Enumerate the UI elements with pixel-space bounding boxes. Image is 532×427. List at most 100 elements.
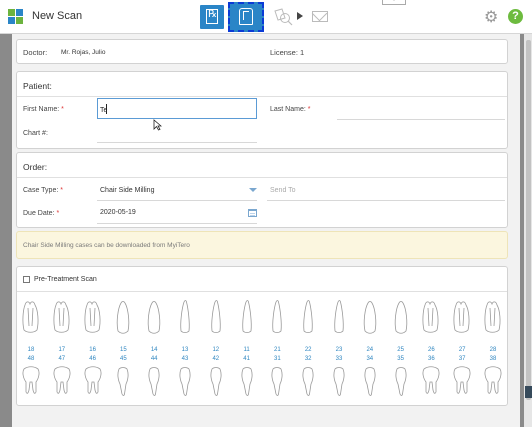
tooth-icon [364,367,376,396]
tooth-number-34: 34 [366,356,374,362]
tooth-icon [303,300,313,333]
envelope-icon[interactable] [312,11,328,22]
upper-tooth-21[interactable] [266,300,288,336]
patient-section-title: Patient: [23,81,52,91]
due-date-input[interactable]: 2020-05-19 [100,209,136,216]
upper-tooth-14[interactable] [143,300,165,336]
window-restore-tab[interactable]: ⌃ [382,0,406,5]
upper-tooth-13[interactable] [174,300,196,336]
text-caret [106,104,107,114]
upper-tooth-25[interactable] [390,300,412,336]
patient-panel: Patient: First Name: * Last Name: * Char… [16,71,508,149]
tooth-icon [484,366,502,394]
last-name-input[interactable] [337,119,505,120]
tooth-icon [241,300,252,333]
tooth-number-21: 21 [274,347,281,353]
upper-tooth-22[interactable] [297,300,319,336]
tooth-number-47: 47 [58,356,66,362]
tooth-number-45: 45 [120,356,127,362]
upper-tooth-23[interactable] [328,300,350,336]
case-type-select[interactable]: Chair Side Milling [100,187,154,194]
rx-icon [206,9,218,24]
upper-tooth-15[interactable] [112,300,134,336]
chevron-down-icon[interactable] [249,188,257,192]
tooth-number-16: 16 [89,347,96,353]
tooth-icon [334,300,344,333]
order-section-title: Order: [23,162,48,172]
tooth-number-11: 11 [243,347,250,353]
rx-step-button[interactable] [200,5,224,29]
lower-tooth-33[interactable] [328,366,350,398]
tooth-number-36: 36 [428,356,435,362]
lower-tooth-45[interactable] [112,366,134,398]
help-icon[interactable]: ? [508,9,523,24]
first-name-field[interactable] [97,98,257,120]
tooth-chart-panel: Pre-Treatment Scan 18 48 17 47 16 46 15 45 14 44 1… [16,266,508,406]
case-type-label: Case Type: * [23,187,63,194]
upper-tooth-17[interactable] [51,300,73,336]
upper-tooth-11[interactable] [236,300,258,336]
scrollbar-thumb[interactable] [526,40,531,400]
send-to-label: Send To [270,187,296,194]
lower-tooth-46[interactable] [82,366,104,398]
doctor-panel: Doctor: Mr. Rojas, Julio License: 1 [16,39,508,64]
chart-number-label: Chart #: [23,130,48,137]
tooth-number-28: 28 [489,347,497,353]
tooth-icon [241,367,253,396]
lower-tooth-43[interactable] [174,366,196,398]
tooth-number-46: 46 [89,356,96,362]
first-name-input[interactable] [98,101,256,120]
lower-tooth-32[interactable] [297,366,319,398]
upper-tooth-18[interactable] [20,300,42,336]
lower-tooth-47[interactable] [51,366,73,398]
gear-icon[interactable]: ⚙ [484,9,498,25]
pretreatment-label: Pre-Treatment Scan [34,276,97,283]
due-date-label: Due Date: * [23,210,60,217]
lower-tooth-44[interactable] [143,366,165,398]
chart-number-input[interactable] [97,142,257,143]
tooth-number-48: 48 [27,356,35,362]
lower-tooth-37[interactable] [451,366,473,398]
lower-tooth-35[interactable] [390,366,412,398]
upper-tooth-16[interactable] [82,300,104,336]
tooth-icon [117,367,129,396]
view-step-button[interactable] [272,5,294,29]
tooth-number-22: 22 [304,347,312,353]
scroll-down-arrow[interactable] [525,386,532,398]
send-to-underline [267,200,505,201]
lower-tooth-41[interactable] [236,366,258,398]
patient-divider [17,96,507,97]
play-icon[interactable] [297,12,303,20]
tooth-number-26: 26 [428,347,435,353]
tooth-number-37: 37 [458,356,466,362]
lower-tooth-42[interactable] [205,366,227,398]
tooth-icon [117,301,130,334]
tooth-number-32: 32 [304,356,312,362]
lower-tooth-36[interactable] [420,366,442,398]
tooth-number-27: 27 [458,347,466,353]
tooth-number-35: 35 [397,356,404,362]
tooth-number-42: 42 [212,356,220,362]
case-type-underline [97,200,257,201]
order-panel: Order: Case Type: * Chair Side Milling S… [16,152,508,228]
upper-tooth-12[interactable] [205,300,227,336]
doctor-label: Doctor: [23,48,48,57]
lower-tooth-31[interactable] [266,366,288,398]
pretreatment-checkbox[interactable] [23,276,30,283]
mouse-cursor-icon [153,119,162,131]
upper-tooth-27[interactable] [451,300,473,336]
tooth-icon [363,301,376,334]
upper-tooth-28[interactable] [482,300,504,336]
tooth-number-25: 25 [397,347,404,353]
upper-tooth-26[interactable] [420,300,442,336]
license-label: License: 1 [270,48,305,57]
scan-step-button[interactable] [228,2,264,32]
calendar-icon[interactable] [248,209,257,217]
lower-tooth-38[interactable] [482,366,504,398]
lower-tooth-34[interactable] [359,366,381,398]
tooth-number-18: 18 [27,347,35,353]
lower-tooth-48[interactable] [20,366,42,398]
tooth-number-43: 43 [181,356,189,362]
app-title: New Scan [32,10,83,22]
upper-tooth-24[interactable] [359,300,381,336]
